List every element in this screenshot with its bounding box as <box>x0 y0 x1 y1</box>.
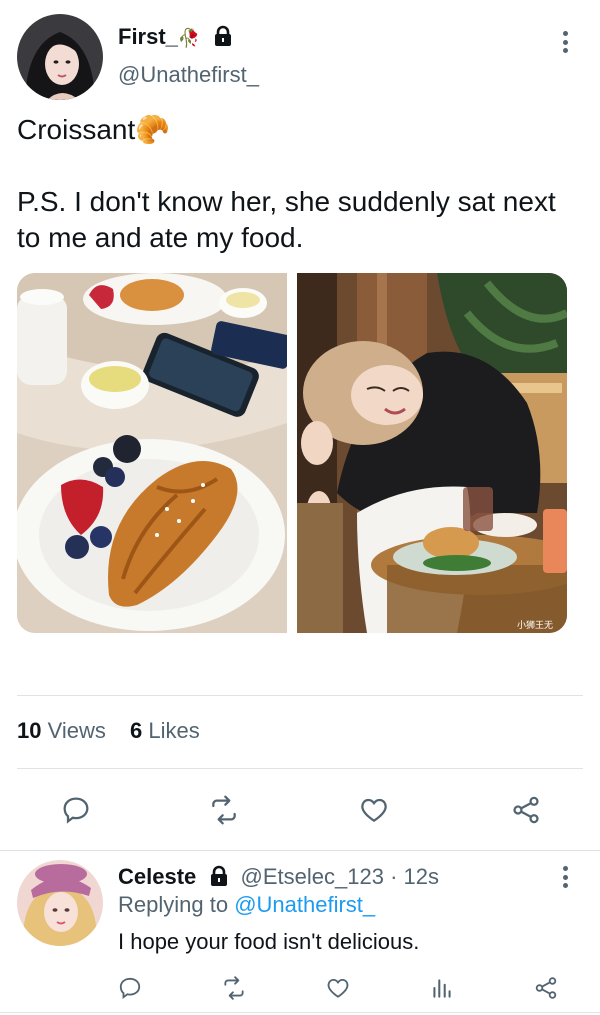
reply-header: Celeste @Etselec_123 · 12s <box>118 864 439 893</box>
reply-handle-time[interactable]: @Etselec_123 · 12s <box>241 864 439 889</box>
divider <box>0 850 600 851</box>
views-stat[interactable]: 10 Views <box>17 718 106 743</box>
reply-retweet-button[interactable] <box>218 972 250 1004</box>
divider <box>0 1012 600 1013</box>
tweet-title-line: Croissant🥐 <box>17 114 171 145</box>
like-button[interactable] <box>354 790 394 830</box>
heart-icon <box>327 978 349 998</box>
retweet-icon <box>212 795 236 825</box>
share-button[interactable] <box>506 790 546 830</box>
tweet-photo-croissant[interactable] <box>17 273 287 633</box>
divider <box>17 695 583 696</box>
reply-text: I hope your food isn't delicious. <box>118 929 420 954</box>
reply-analytics-button[interactable] <box>426 972 458 1004</box>
photo-watermark: 小狮王无 <box>517 620 553 631</box>
tweet-stats: 10 Views 6 Likes <box>17 718 200 744</box>
comment-icon <box>119 977 141 1000</box>
reply-like-button[interactable] <box>322 972 354 1004</box>
retweet-button[interactable] <box>204 790 244 830</box>
lock-icon <box>212 25 234 53</box>
share-icon <box>513 796 539 824</box>
author-name[interactable]: First_🥀 <box>118 24 234 53</box>
author-handle[interactable]: @Unathefirst_ <box>118 62 259 88</box>
reply-author-avatar[interactable] <box>17 860 103 946</box>
reply-reply-button[interactable] <box>114 972 146 1004</box>
lock-icon <box>208 865 230 893</box>
tweet-photo-girl[interactable]: 小狮王无 <box>297 273 567 633</box>
analytics-icon <box>433 979 451 998</box>
reply-button[interactable] <box>56 790 96 830</box>
share-icon <box>535 977 557 999</box>
reply-share-button[interactable] <box>530 972 562 1004</box>
replying-to-link[interactable]: @Unathefirst_ <box>234 892 375 917</box>
more-vertical-icon[interactable] <box>553 27 577 57</box>
comment-icon <box>63 797 89 824</box>
rose-emoji: 🥀 <box>177 28 201 48</box>
reply-author-name[interactable]: Celeste <box>118 864 196 889</box>
replying-to: Replying to @Unathefirst_ <box>118 892 376 917</box>
divider <box>17 768 583 769</box>
croissant-emoji: 🥐 <box>135 114 171 145</box>
retweet-icon <box>224 976 244 1000</box>
more-vertical-icon[interactable] <box>553 862 577 892</box>
likes-stat[interactable]: 6 Likes <box>130 718 200 743</box>
heart-icon <box>361 798 387 822</box>
tweet-body: P.S. I don't know her, she suddenly sat … <box>17 186 556 253</box>
author-avatar[interactable] <box>17 14 103 100</box>
